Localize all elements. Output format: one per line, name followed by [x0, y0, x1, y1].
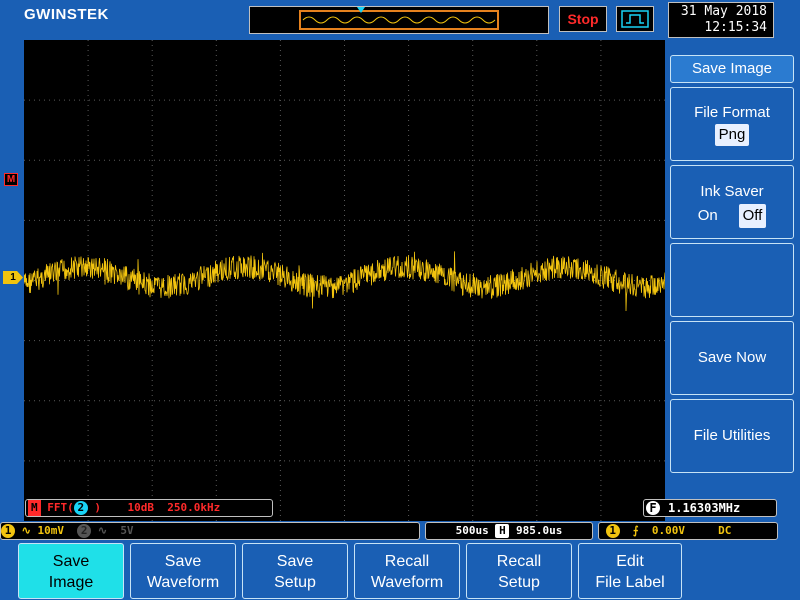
ink-saver-button[interactable]: Ink Saver On Off — [670, 165, 794, 239]
frequency-badge: F — [646, 501, 660, 515]
trigger-coupling: DC — [718, 524, 732, 537]
recall-setup-line2: Setup — [498, 574, 540, 591]
frequency-counter: F 1.16303MHz — [643, 499, 777, 517]
trigger-status-icon — [616, 6, 654, 32]
fft-scale: 10dB — [127, 501, 155, 514]
math-badge: M — [28, 500, 41, 516]
ink-saver-on: On — [697, 207, 718, 224]
trigger-slope-icon: ⨍ — [632, 524, 639, 537]
run-stop-status[interactable]: Stop — [559, 6, 607, 32]
memory-overview-bar — [249, 6, 549, 34]
frequency-value: 1.16303MHz — [668, 501, 741, 515]
ink-saver-label: Ink Saver — [700, 183, 764, 200]
edit-file-label-line1: Edit — [616, 553, 644, 570]
ink-saver-off: Off — [738, 204, 767, 228]
waveform-display[interactable] — [23, 40, 666, 521]
side-menu: Save Image File Format Png Ink Saver On … — [666, 51, 800, 476]
math-ground-marker: M — [4, 173, 18, 186]
channel-status-bar: 1 ∿ 10mV 2 ∿ 5V — [0, 522, 420, 540]
file-format-value: Png — [714, 124, 750, 146]
fft-source-badge: 2 — [73, 501, 88, 515]
fft-close: ) — [94, 501, 101, 514]
save-image-line1: Save — [52, 553, 90, 570]
recall-waveform-line2: Waveform — [370, 574, 444, 591]
recall-waveform-line1: Recall — [384, 553, 430, 570]
edit-file-label-line2: File Label — [595, 574, 665, 591]
file-format-button[interactable]: File Format Png — [670, 87, 794, 161]
save-waveform-button[interactable]: Save Waveform — [130, 543, 236, 599]
time-text: 12:15:34 — [704, 20, 767, 35]
edit-file-label-button[interactable]: Edit File Label — [578, 543, 682, 599]
ch1-ground-marker: 1 — [3, 271, 23, 284]
recall-setup-line1: Recall — [496, 553, 542, 570]
horizontal-position-value: 985.0us — [516, 524, 563, 537]
save-setup-line2: Setup — [274, 574, 316, 591]
save-image-line2: Image — [48, 574, 94, 591]
fft-label: FFT( — [47, 501, 74, 514]
save-now-button[interactable]: Save Now — [670, 321, 794, 395]
timebase-value: 500us — [455, 524, 489, 537]
save-setup-button[interactable]: Save Setup — [242, 543, 348, 599]
horizontal-position-badge: H — [495, 524, 510, 538]
fft-info-panel: M FFT(2 ) 10dB 250.0kHz — [25, 499, 273, 517]
trigger-source-badge: 1 — [605, 524, 620, 538]
trigger-level: 0.00V — [651, 524, 685, 537]
recall-waveform-button[interactable]: Recall Waveform — [354, 543, 460, 599]
save-image-button[interactable]: Save Image — [18, 543, 124, 599]
date-time-display: 31 May 2018 12:15:34 — [668, 2, 774, 38]
file-format-label: File Format — [694, 104, 770, 121]
ch2-badge: 2 — [77, 524, 92, 538]
ch1-badge: 1 — [1, 524, 15, 538]
ch2-coupling-icon: ∿ — [97, 524, 108, 537]
ch2-scale: 5V — [120, 524, 134, 537]
ch1-scale: 10mV — [37, 524, 64, 537]
fft-span: 250.0kHz — [167, 501, 221, 514]
save-waveform-line1: Save — [164, 553, 202, 570]
graticule-grid — [23, 40, 666, 521]
pulse-icon — [621, 10, 649, 28]
overview-window — [299, 10, 499, 30]
empty-side-button[interactable] — [670, 243, 794, 317]
file-utilities-button[interactable]: File Utilities — [670, 399, 794, 473]
trigger-position-marker — [357, 7, 365, 13]
recall-setup-button[interactable]: Recall Setup — [466, 543, 572, 599]
date-text: 31 May 2018 — [680, 4, 767, 19]
ch1-coupling-icon: ∿ — [21, 524, 31, 537]
gwinstek-logo: GWINSTEK — [24, 6, 109, 23]
save-waveform-line2: Waveform — [146, 574, 220, 591]
trigger-status-bar: 1 ⨍ 0.00V DC — [598, 522, 778, 540]
timebase-status: 500us H 985.0us — [425, 522, 593, 540]
side-menu-title: Save Image — [670, 55, 794, 83]
save-setup-line1: Save — [276, 553, 314, 570]
overview-waveform — [302, 16, 496, 24]
